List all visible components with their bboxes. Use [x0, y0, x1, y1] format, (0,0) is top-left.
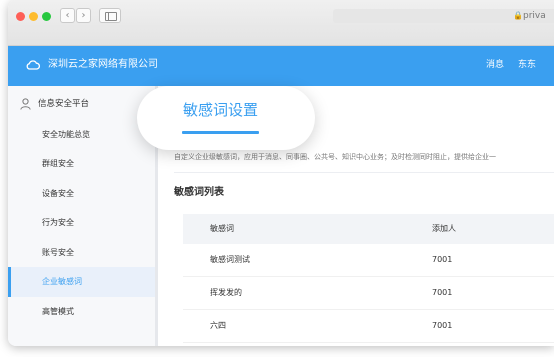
sidebar-item-overview[interactable]: 安全功能总览 — [8, 120, 155, 150]
sidebar-item-device-security[interactable]: 设备安全 — [8, 179, 155, 209]
sidebar-item-label: 设备安全 — [42, 189, 74, 198]
cell-word: 六四 — [210, 321, 226, 330]
divider — [174, 172, 554, 173]
address-bar[interactable]: 🔒 priva — [333, 9, 554, 23]
table-row[interactable]: 六四 7001 — [183, 310, 554, 343]
sidebar-item-account-security[interactable]: 账号安全 — [8, 238, 155, 268]
column-header-added-by: 添加人 — [432, 224, 456, 233]
sidebar-toggle-button[interactable] — [99, 8, 121, 23]
cloud-icon — [26, 60, 40, 70]
sidebar-item-label: 群组安全 — [42, 159, 74, 168]
zoomed-tab-callout: 敏感词设置 — [137, 86, 315, 150]
minimize-window-button[interactable] — [29, 12, 38, 21]
back-button[interactable]: ‹ — [60, 8, 75, 23]
forward-button[interactable]: › — [76, 8, 91, 23]
table-header: 敏感词 添加人 — [183, 214, 554, 244]
active-tab-indicator — [182, 131, 259, 134]
sidebar-item-executive-mode[interactable]: 高管模式 — [8, 297, 155, 327]
table-row[interactable]: 挥发发的 7001 — [183, 277, 554, 310]
browser-window: ‹ › 🔒 priva 深圳云之家网络有限公司 消息 东东 信息安全平台 安全功… — [8, 0, 554, 346]
sidebar-item-label: 企业敏感词 — [42, 277, 82, 286]
sidebar-item-group-security[interactable]: 群组安全 — [8, 149, 155, 179]
sidebar: 信息安全平台 安全功能总览 群组安全 设备安全 行为安全 账号安全 企业敏感词 … — [8, 86, 158, 346]
section-title: 敏感词列表 — [174, 187, 224, 198]
app-header: 深圳云之家网络有限公司 消息 东东 — [8, 46, 554, 86]
browser-titlebar: ‹ › 🔒 priva — [8, 0, 554, 46]
company-name: 深圳云之家网络有限公司 — [48, 59, 158, 70]
sidebar-title: 信息安全平台 — [38, 99, 90, 109]
sidebar-item-label: 行为安全 — [42, 218, 74, 227]
sidebar-item-behavior-security[interactable]: 行为安全 — [8, 208, 155, 238]
close-window-button[interactable] — [16, 12, 25, 21]
screen: ‹ › 🔒 priva 深圳云之家网络有限公司 消息 东东 信息安全平台 安全功… — [0, 0, 554, 357]
user-menu-link[interactable]: 东东 — [518, 59, 536, 71]
messages-link[interactable]: 消息 — [486, 59, 504, 71]
cell-added-by: 7001 — [432, 288, 453, 297]
tab-sensitive-word-settings[interactable]: 敏感词设置 — [183, 100, 258, 120]
sidebar-item-label: 账号安全 — [42, 248, 74, 257]
cell-word: 敏感词测试 — [210, 255, 250, 264]
cell-added-by: 7001 — [432, 255, 453, 264]
sidebar-item-label: 高管模式 — [42, 307, 74, 316]
sidebar-item-label: 安全功能总览 — [42, 130, 90, 139]
user-icon — [20, 98, 31, 110]
cell-added-by: 7001 — [432, 321, 453, 330]
maximize-window-button[interactable] — [42, 12, 51, 21]
sidebar-item-sensitive-words[interactable]: 企业敏感词 — [8, 267, 155, 297]
page-description: 自定义企业级敏感词，应用于消息、同事圈、公共号、知识中心业务；及时检测同时阻止，… — [174, 153, 496, 161]
column-header-word: 敏感词 — [210, 224, 234, 233]
lock-icon: 🔒 — [513, 11, 523, 20]
table-row[interactable]: 敏感词测试 7001 — [183, 244, 554, 277]
cell-word: 挥发发的 — [210, 288, 242, 297]
address-text: priva — [523, 11, 546, 21]
